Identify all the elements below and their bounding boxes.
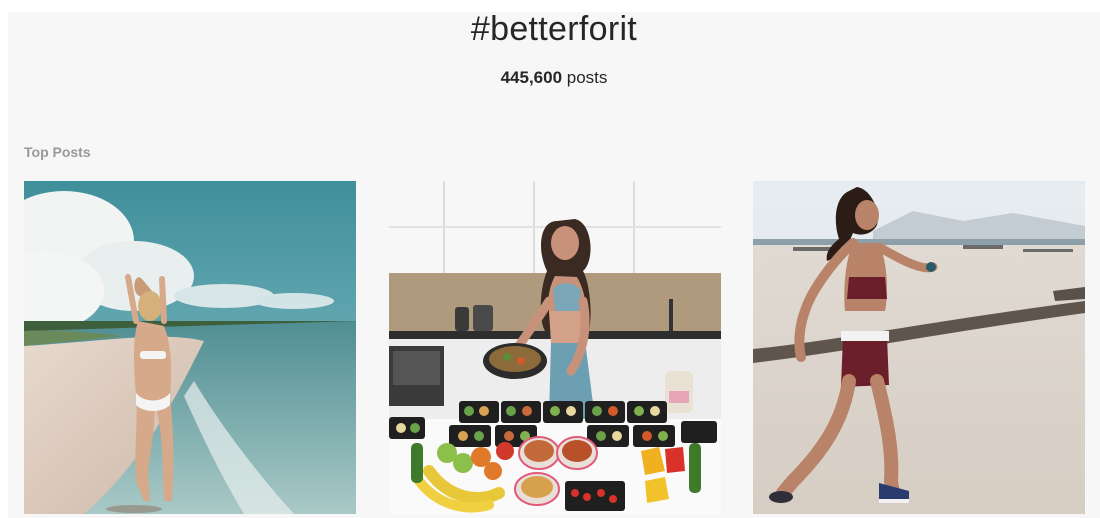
post-count: 445,600 posts — [8, 68, 1100, 88]
hashtag-page: #betterforit 445,600 posts Top Posts — [8, 12, 1100, 518]
top-post-beach-run[interactable] — [753, 181, 1085, 514]
post-image-beach — [24, 181, 356, 514]
post-image-meal-prep — [389, 181, 721, 514]
post-count-suffix: posts — [562, 68, 608, 87]
top-post-beach[interactable] — [24, 181, 356, 514]
top-posts-heading: Top Posts — [24, 144, 91, 160]
page-title: #betterforit — [470, 10, 638, 48]
post-count-number: 445,600 — [500, 68, 563, 87]
post-image-beach-run — [753, 181, 1085, 514]
top-post-meal-prep[interactable] — [389, 181, 721, 514]
